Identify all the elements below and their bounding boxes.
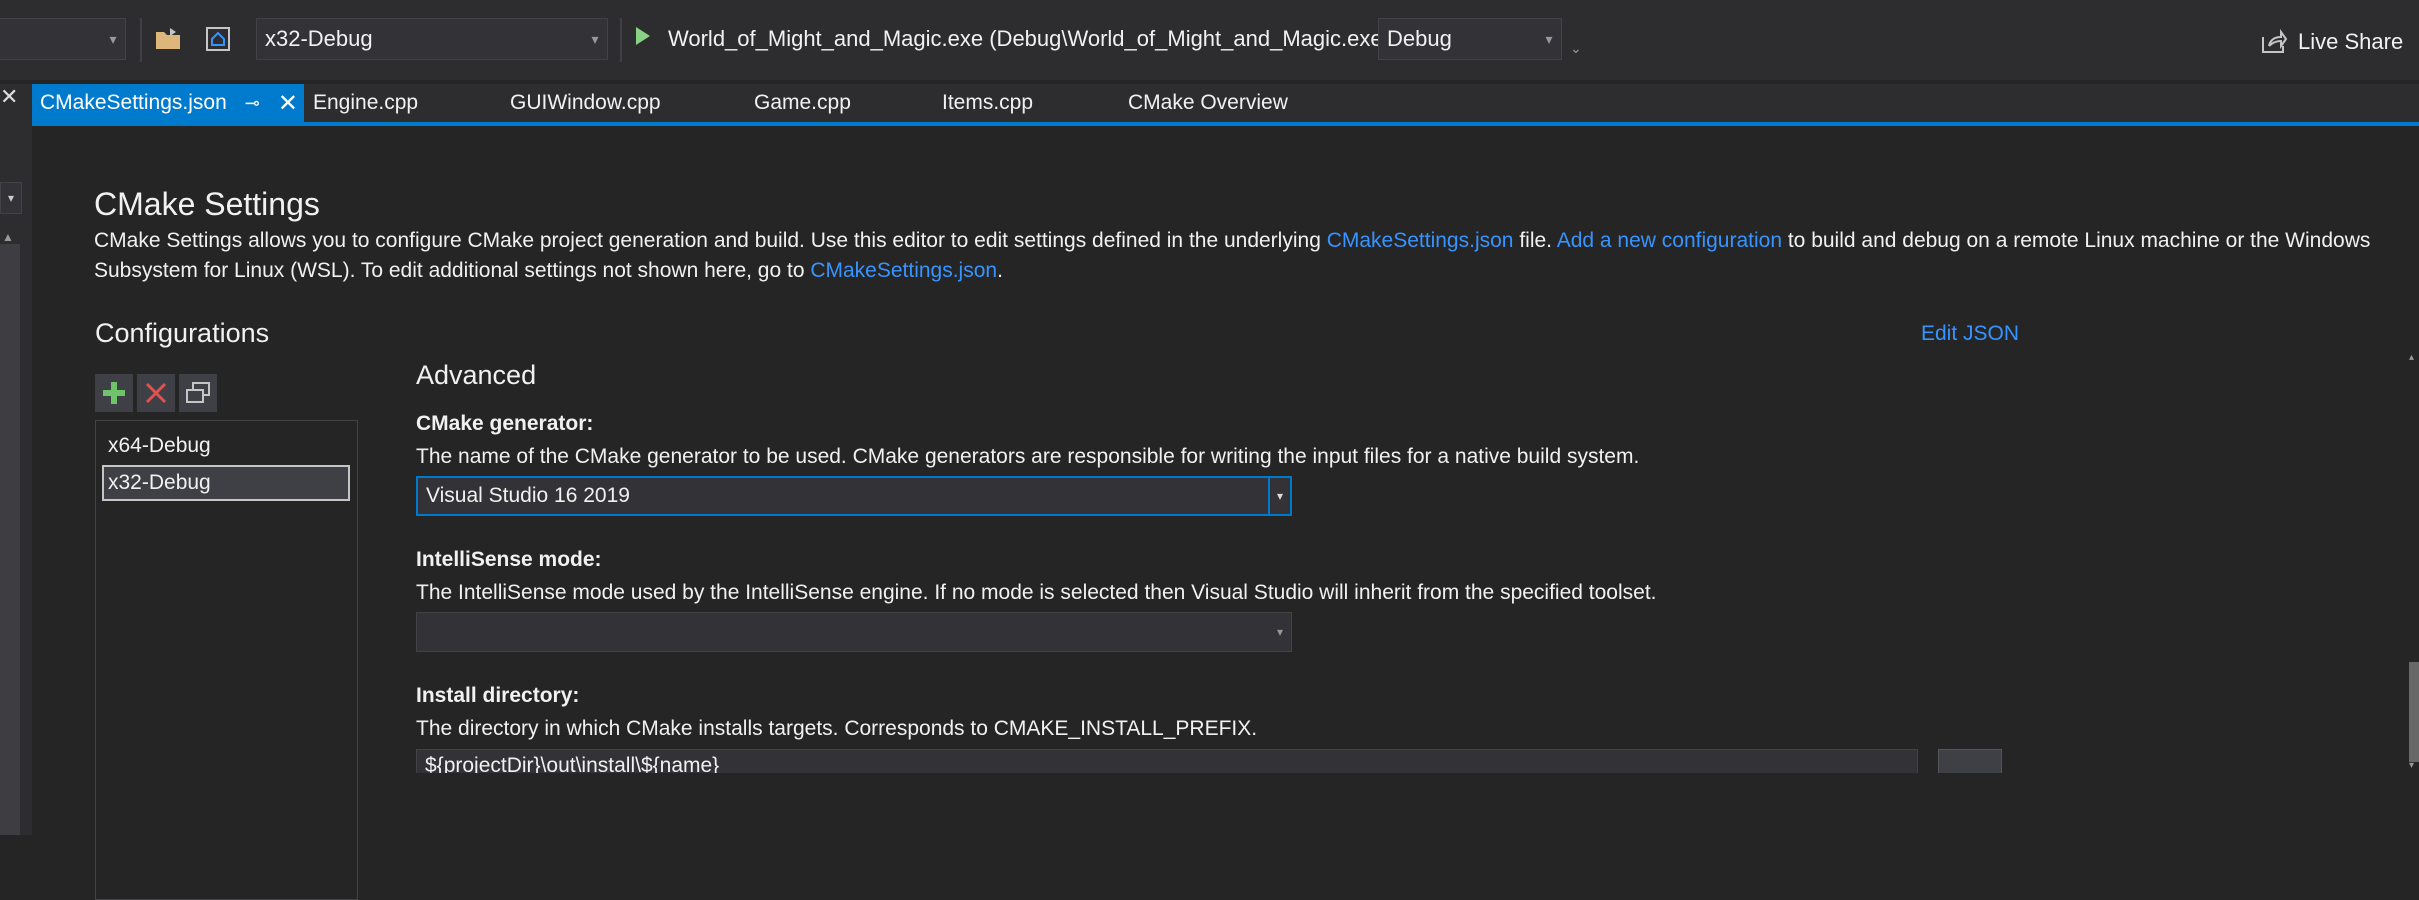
toolbar: ▾ x32-Debug ▾ World_of_Might_and_Magic.ex…	[0, 0, 2419, 80]
chevron-down-icon: ▾	[109, 30, 117, 47]
tab-cmakesettings[interactable]: CMakeSettings.json ⊸ ✕	[32, 84, 304, 122]
rail-scrollbar[interactable]	[0, 244, 20, 835]
page-intro: CMake Settings allows you to configure C…	[94, 226, 2394, 286]
rail-dropdown[interactable]: ▾	[0, 182, 22, 214]
intellisense-label: IntelliSense mode:	[416, 548, 602, 571]
tab-game[interactable]: Game.cpp	[754, 84, 851, 122]
config-label: x32-Debug	[108, 471, 211, 494]
settings-editor: CMake Settings CMake Settings allows you…	[32, 126, 2419, 900]
intellisense-select[interactable]: ▾	[416, 612, 1292, 652]
list-item[interactable]: x64-Debug	[102, 429, 350, 463]
tab-label: Items.cpp	[942, 91, 1034, 114]
close-icon[interactable]: ✕	[278, 89, 298, 118]
chevron-down-icon: ▾	[591, 30, 599, 47]
chevron-down-icon: ▾	[1545, 30, 1553, 47]
generator-value: Visual Studio 16 2019	[426, 484, 630, 507]
intro-text: file.	[1513, 229, 1557, 252]
toolbar-separator	[620, 18, 622, 62]
browse-button[interactable]	[1938, 749, 2002, 773]
home-icon	[206, 27, 230, 51]
tab-label: Engine.cpp	[313, 91, 419, 114]
tab-cmake-overview[interactable]: CMake Overview	[1128, 84, 1288, 122]
editor-scrollbar[interactable]: ▴ ▾	[2409, 352, 2419, 772]
toolbar-overflow-icon[interactable]: ⌄	[1570, 40, 1582, 57]
toolbar-separator	[140, 18, 142, 62]
intro-text: .	[997, 259, 1003, 282]
chevron-down-icon[interactable]: ▾	[1269, 613, 1291, 651]
debug-mode-combo[interactable]: Debug ▾	[1378, 18, 1562, 60]
left-tool-rail: ✕ ▾ ▲	[0, 84, 32, 835]
configurations-heading: Configurations	[95, 318, 270, 348]
plus-icon	[103, 382, 125, 404]
live-share-button[interactable]: Live Share	[2260, 26, 2403, 58]
play-icon	[634, 25, 654, 53]
configuration-combo[interactable]: x32-Debug ▾	[256, 18, 608, 60]
scroll-up-icon[interactable]: ▲	[2, 230, 14, 244]
generator-select[interactable]: Visual Studio 16 2019 ▾	[416, 476, 1292, 516]
copy-icon	[186, 382, 210, 403]
list-item-selected[interactable]: x32-Debug	[102, 465, 350, 501]
tab-items[interactable]: Items.cpp	[942, 84, 1033, 122]
delete-icon	[145, 382, 167, 404]
intro-text: CMake Settings allows you to configure C…	[94, 229, 1327, 252]
generator-description: The name of the CMake generator to be us…	[416, 445, 1640, 468]
tab-label: CMakeSettings.json	[40, 91, 227, 114]
home-view-button[interactable]	[198, 18, 238, 60]
scroll-up-icon[interactable]: ▴	[2409, 352, 2414, 363]
cmakesettings-link-2[interactable]: CMakeSettings.json	[810, 259, 997, 282]
share-icon	[2262, 29, 2288, 53]
scrollbar-thumb[interactable]	[2409, 662, 2419, 762]
install-dir-input[interactable]: ${projectDir}\out\install\${name}	[416, 749, 1918, 773]
tab-guiwindow[interactable]: GUIWindow.cpp	[510, 84, 661, 122]
run-button[interactable]: World_of_Might_and_Magic.exe (Debug\Worl…	[634, 18, 1409, 60]
intro-text: Subsystem for Linux (WSL). To edit addit…	[94, 259, 811, 282]
edit-json-link[interactable]: Edit JSON	[1921, 322, 2019, 346]
live-share-label: Live Share	[2298, 29, 2404, 54]
open-folder-button[interactable]	[148, 18, 188, 60]
install-dir-value: ${projectDir}\out\install\${name}	[425, 754, 720, 773]
tab-label: CMake Overview	[1128, 91, 1288, 114]
folder-icon	[156, 28, 180, 49]
close-icon[interactable]: ✕	[0, 84, 18, 110]
tab-label: Game.cpp	[754, 91, 851, 114]
add-configuration-link[interactable]: Add a new configuration	[1557, 229, 1782, 252]
install-dir-description: The directory in which CMake installs ta…	[416, 717, 1258, 740]
pin-icon[interactable]: ⊸	[245, 93, 260, 114]
copy-configuration-button[interactable]	[179, 374, 217, 412]
chevron-down-icon[interactable]: ▾	[1268, 478, 1290, 514]
config-label: x64-Debug	[108, 434, 211, 457]
cmakesettings-link[interactable]: CMakeSettings.json	[1327, 229, 1514, 252]
run-target-label: World_of_Might_and_Magic.exe (Debug\Worl…	[668, 26, 1390, 51]
install-dir-label: Install directory:	[416, 684, 580, 707]
page-title: CMake Settings	[94, 186, 320, 222]
solution-combo[interactable]: ▾	[0, 18, 126, 60]
scroll-down-icon[interactable]: ▾	[2409, 760, 2414, 771]
intro-text: to build and debug on a remote Linux mac…	[1782, 229, 2371, 252]
advanced-heading: Advanced	[416, 360, 537, 390]
configurations-list: x64-Debug x32-Debug	[95, 420, 358, 900]
remove-configuration-button[interactable]	[137, 374, 175, 412]
add-configuration-button[interactable]	[95, 374, 133, 412]
generator-label: CMake generator:	[416, 412, 594, 435]
tab-engine[interactable]: Engine.cpp	[313, 84, 418, 122]
tab-label: GUIWindow.cpp	[510, 91, 661, 114]
intellisense-description: The IntelliSense mode used by the Intell…	[416, 581, 1657, 604]
